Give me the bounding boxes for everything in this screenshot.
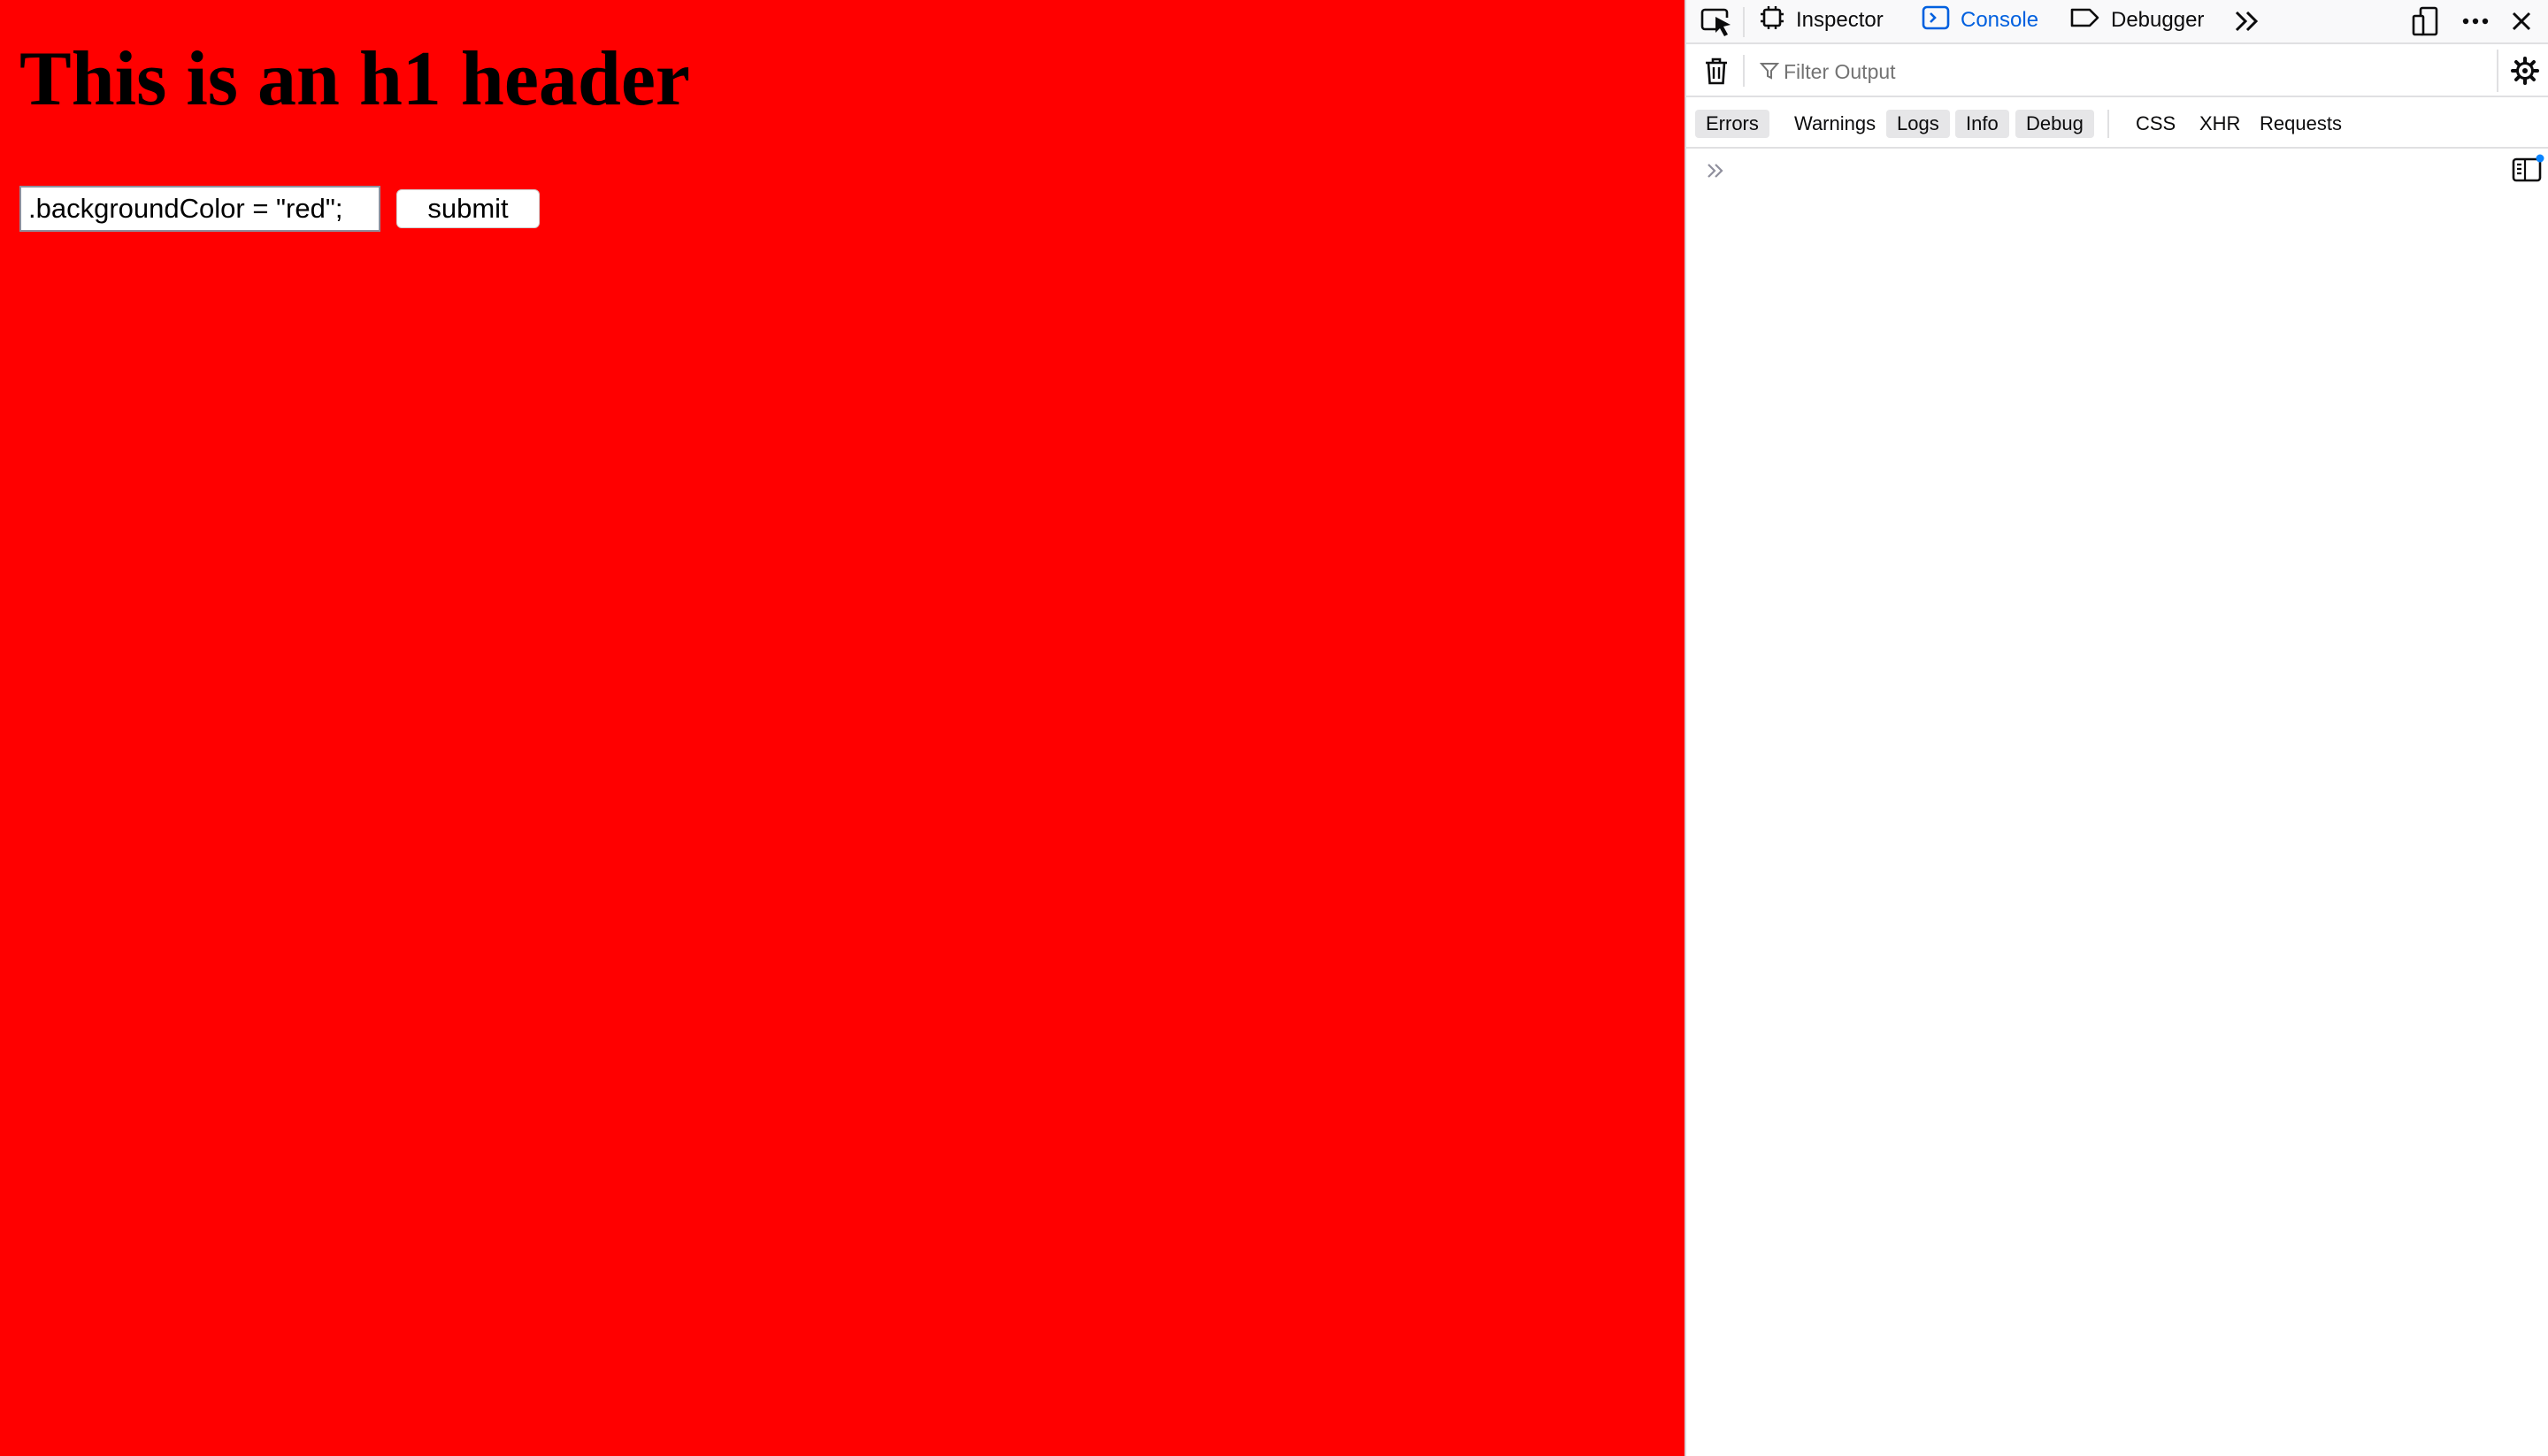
close-icon[interactable] xyxy=(2506,5,2537,37)
filter-xhr[interactable]: XHR xyxy=(2189,110,2251,138)
filter-errors[interactable]: Errors xyxy=(1695,110,1769,138)
filter-divider xyxy=(1743,55,1745,87)
tab-label: Debugger xyxy=(2111,8,2205,32)
submit-button[interactable]: submit xyxy=(396,189,540,228)
more-options-icon[interactable] xyxy=(2458,5,2493,37)
level-divider xyxy=(2107,110,2109,138)
responsive-design-icon[interactable] xyxy=(2410,5,2444,37)
filter-logs[interactable]: Logs xyxy=(1886,110,1950,138)
tab-label: Console xyxy=(1961,8,2039,32)
console-filter-bar xyxy=(1686,44,2548,97)
page-viewport: This is an h1 header submit xyxy=(0,0,1685,1456)
filter-output-input[interactable] xyxy=(1782,53,2405,90)
filter-debug[interactable]: Debug xyxy=(2015,110,2094,138)
gear-icon[interactable] xyxy=(2509,55,2541,87)
console-output xyxy=(1686,149,2548,1456)
inspector-icon xyxy=(1759,4,1785,37)
console-level-filters: Errors Warnings Logs Info Debug CSS XHR … xyxy=(1686,97,2548,149)
devtools-toolbar: Inspector Console Debugger xyxy=(1686,0,2548,44)
filter-divider xyxy=(2497,50,2498,92)
filter-warnings[interactable]: Warnings xyxy=(1784,110,1886,138)
tab-label: Inspector xyxy=(1796,8,1884,32)
trash-icon[interactable] xyxy=(1700,55,1732,87)
sidebar-toggle-icon[interactable] xyxy=(2511,154,2544,186)
more-tabs-chevron-icon[interactable] xyxy=(2230,5,2265,37)
devtools-panel: Inspector Console Debugger Filter Output… xyxy=(1685,0,2548,1456)
filter-info[interactable]: Info xyxy=(1955,110,2009,138)
tab-debugger[interactable]: Debugger xyxy=(2068,0,2204,41)
filter-requests[interactable]: Requests xyxy=(2249,110,2352,138)
console-icon xyxy=(1922,4,1950,37)
tab-console[interactable]: Console xyxy=(1922,0,2038,41)
debugger-icon xyxy=(2068,4,2100,37)
toolbar-divider xyxy=(1743,7,1745,37)
filter-icon xyxy=(1759,60,1780,81)
element-picker-icon[interactable] xyxy=(1699,5,1734,39)
page-heading: This is an h1 header xyxy=(19,36,690,122)
filter-css[interactable]: CSS xyxy=(2125,110,2186,138)
tab-inspector[interactable]: Inspector xyxy=(1759,0,1884,41)
command-input[interactable] xyxy=(19,186,380,232)
console-prompt-chevron-icon[interactable] xyxy=(1702,157,1729,184)
